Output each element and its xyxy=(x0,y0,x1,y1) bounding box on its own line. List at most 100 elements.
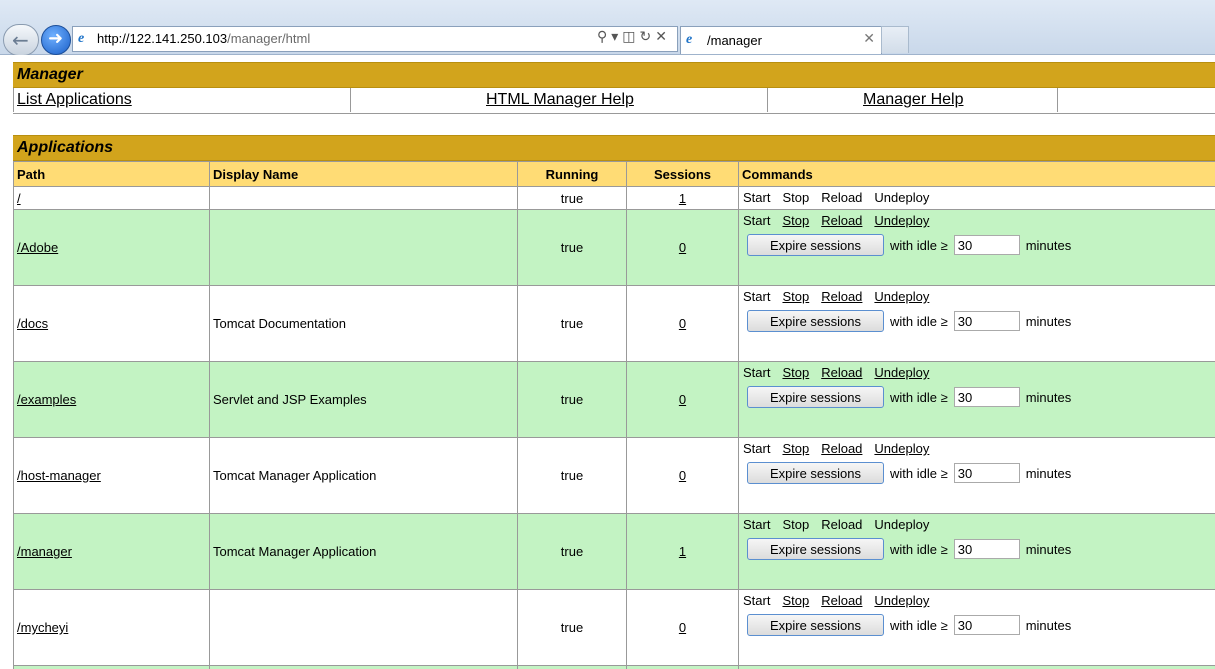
running-cell: true xyxy=(517,186,627,210)
undeploy-link[interactable]: Undeploy xyxy=(874,289,929,304)
display-name-cell: Tomcat Manager Application xyxy=(209,437,518,514)
address-bar-icons[interactable]: ⚲▾◫↻✕ xyxy=(597,29,671,45)
path-link[interactable]: /manager xyxy=(17,544,72,559)
minutes-label: minutes xyxy=(1025,617,1072,633)
tab-close-icon[interactable]: ✕ xyxy=(863,31,875,47)
address-bar[interactable]: e http://122.141.250.103/manager/html ⚲▾… xyxy=(72,26,678,52)
with-idle-label: with idle ≥ xyxy=(890,541,948,557)
start-command: Start xyxy=(743,593,771,608)
expire-sessions-button[interactable]: Expire sessions xyxy=(747,462,884,484)
forward-button[interactable]: ➜ xyxy=(41,25,71,55)
start-command: Start xyxy=(743,213,771,228)
path-link[interactable]: /host-manager xyxy=(17,468,101,483)
display-name-cell: Tomcat Manager Application xyxy=(209,513,518,590)
undeploy-link[interactable]: Undeploy xyxy=(874,213,929,228)
back-button[interactable]: ← xyxy=(3,24,39,56)
tab-title: /manager xyxy=(707,33,762,48)
compat-icon[interactable]: ◫ xyxy=(622,29,639,45)
header-display-name: Display Name xyxy=(209,161,518,187)
reload-link[interactable]: Reload xyxy=(821,593,862,608)
commands-cell: Start Stop Reload Undeploy Expire sessio… xyxy=(738,513,1215,590)
start-command: Start xyxy=(743,190,771,205)
search-icon[interactable]: ⚲ xyxy=(597,29,611,45)
dropdown-icon[interactable]: ▾ xyxy=(611,29,622,45)
manager-help-link[interactable]: Manager Help xyxy=(863,91,964,109)
sessions-link[interactable]: 0 xyxy=(679,240,686,255)
path-link[interactable]: / xyxy=(17,191,21,206)
idle-minutes-input[interactable] xyxy=(953,311,1020,331)
table-row: /mycheyi true 0 Start Stop Reload Undepl… xyxy=(13,589,1215,666)
sessions-link[interactable]: 0 xyxy=(679,392,686,407)
sessions-link[interactable]: 0 xyxy=(679,468,686,483)
reload-link[interactable]: Reload xyxy=(821,289,862,304)
ie-icon: e xyxy=(78,31,85,46)
with-idle-label: with idle ≥ xyxy=(890,617,948,633)
sessions-link[interactable]: 1 xyxy=(679,191,686,206)
path-cell: /manager xyxy=(13,513,210,590)
stop-link[interactable]: Stop xyxy=(782,441,809,456)
running-cell: true xyxy=(517,437,627,514)
sessions-link[interactable]: 0 xyxy=(679,620,686,635)
reload-link[interactable]: Reload xyxy=(821,441,862,456)
url-path: /manager/html xyxy=(227,31,311,46)
path-link[interactable]: /Adobe xyxy=(17,240,58,255)
page-content: Manager List Applications HTML Manager H… xyxy=(0,55,1215,669)
stop-link[interactable]: Stop xyxy=(782,213,809,228)
expire-sessions-button[interactable]: Expire sessions xyxy=(747,614,884,636)
undeploy-link[interactable]: Undeploy xyxy=(874,365,929,380)
display-name-cell: Servlet and JSP Examples xyxy=(209,361,518,438)
sessions-link[interactable]: 0 xyxy=(679,316,686,331)
sessions-cell: 1 xyxy=(626,186,739,210)
expire-sessions-button[interactable]: Expire sessions xyxy=(747,310,884,332)
stop-link[interactable]: Stop xyxy=(782,593,809,608)
sessions-cell: 0 xyxy=(626,437,739,514)
path-cell: /examples xyxy=(13,361,210,438)
sessions-link[interactable]: 1 xyxy=(679,544,686,559)
forward-arrow-icon: ➜ xyxy=(48,28,64,49)
minutes-label: minutes xyxy=(1025,389,1072,405)
header-commands: Commands xyxy=(738,161,1215,187)
table-row: /host-manager Tomcat Manager Application… xyxy=(13,437,1215,514)
undeploy-link[interactable]: Undeploy xyxy=(874,593,929,608)
stop-icon[interactable]: ✕ xyxy=(655,29,671,45)
url-text[interactable]: http://122.141.250.103/manager/html xyxy=(97,31,310,46)
refresh-icon[interactable]: ↻ xyxy=(640,29,656,45)
idle-minutes-input[interactable] xyxy=(953,387,1020,407)
header-path: Path xyxy=(13,161,210,187)
idle-minutes-input[interactable] xyxy=(953,463,1020,483)
table-row xyxy=(13,665,1215,669)
minutes-label: minutes xyxy=(1025,541,1072,557)
path-link[interactable]: /examples xyxy=(17,392,76,407)
new-tab-button[interactable] xyxy=(881,26,909,53)
expire-sessions-button[interactable]: Expire sessions xyxy=(747,386,884,408)
undeploy-link[interactable]: Undeploy xyxy=(874,441,929,456)
minutes-label: minutes xyxy=(1025,313,1072,329)
running-cell: true xyxy=(517,589,627,666)
html-manager-help-link[interactable]: HTML Manager Help xyxy=(486,91,634,109)
start-command: Start xyxy=(743,365,771,380)
display-name-cell: Tomcat Documentation xyxy=(209,285,518,362)
table-header-row: Path Display Name Running Sessions Comma… xyxy=(13,161,1215,187)
applications-title: Applications xyxy=(17,139,114,156)
reload-link[interactable]: Reload xyxy=(821,365,862,380)
minutes-label: minutes xyxy=(1025,237,1072,253)
reload-link[interactable]: Reload xyxy=(821,213,862,228)
list-applications-link[interactable]: List Applications xyxy=(17,91,132,109)
idle-minutes-input[interactable] xyxy=(953,235,1020,255)
stop-link[interactable]: Stop xyxy=(782,365,809,380)
expire-sessions-button[interactable]: Expire sessions xyxy=(747,234,884,256)
idle-minutes-input[interactable] xyxy=(953,539,1020,559)
manager-links-row: List Applications HTML Manager Help Mana… xyxy=(13,88,1215,114)
path-cell: /host-manager xyxy=(13,437,210,514)
idle-minutes-input[interactable] xyxy=(953,615,1020,635)
stop-link[interactable]: Stop xyxy=(782,289,809,304)
browser-tab[interactable]: e /manager ✕ xyxy=(680,26,882,54)
display-name-cell xyxy=(209,665,518,669)
path-link[interactable]: /mycheyi xyxy=(17,620,68,635)
path-link[interactable]: /docs xyxy=(17,316,48,331)
expire-sessions-button[interactable]: Expire sessions xyxy=(747,538,884,560)
with-idle-label: with idle ≥ xyxy=(890,389,948,405)
sessions-cell xyxy=(626,665,739,669)
start-command: Start xyxy=(743,517,771,532)
start-command: Start xyxy=(743,289,771,304)
